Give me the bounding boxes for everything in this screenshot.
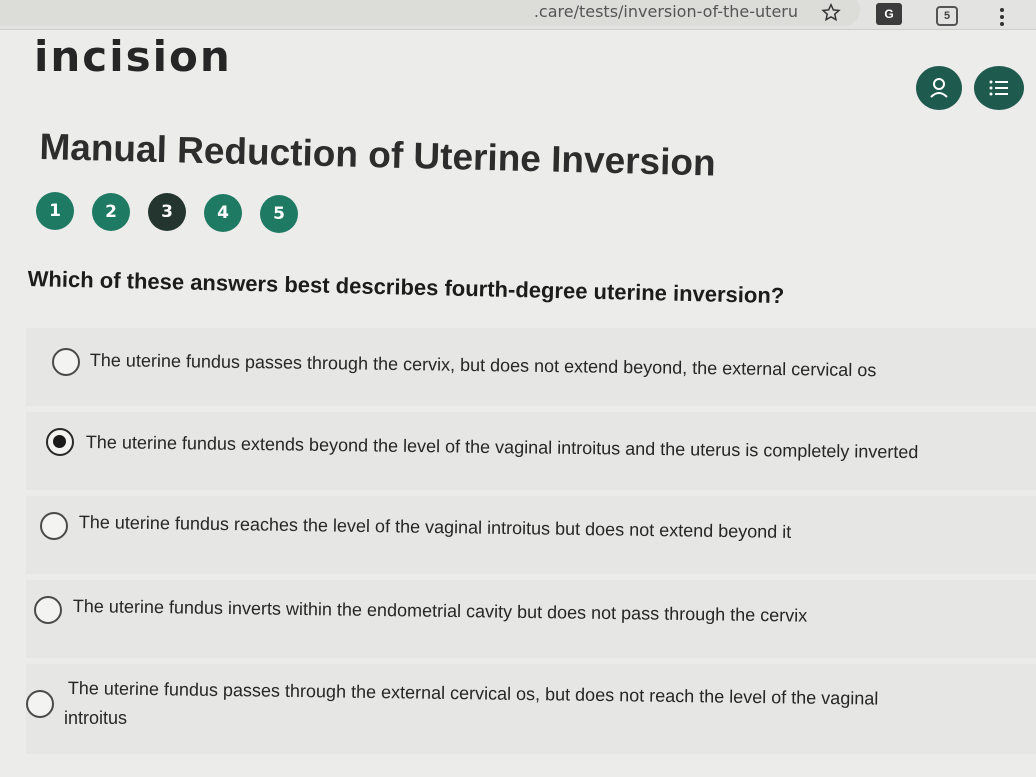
answer-text-continued: introitus xyxy=(64,708,128,728)
answer-text: The uterine fundus passes through the ce… xyxy=(89,350,877,381)
more-menu-icon[interactable] xyxy=(998,6,1006,28)
step-1-button[interactable]: 1 xyxy=(36,192,74,230)
radio-button-selected[interactable] xyxy=(46,428,74,456)
user-account-button[interactable] xyxy=(916,66,962,110)
answer-option-2[interactable]: The uterine fundus extends beyond the le… xyxy=(26,412,1036,490)
step-2-button[interactable]: 2 xyxy=(92,193,130,231)
step-4-button[interactable]: 4 xyxy=(204,194,242,232)
answer-text: The uterine fundus reaches the level of … xyxy=(78,512,792,542)
address-bar[interactable]: .care/tests/inversion-of-the-uteru xyxy=(0,0,860,26)
step-5-button[interactable]: 5 xyxy=(260,195,298,233)
url-text[interactable]: .care/tests/inversion-of-the-uteru xyxy=(534,2,798,21)
answer-option-4[interactable]: The uterine fundus inverts within the en… xyxy=(26,580,1036,658)
menu-button[interactable] xyxy=(974,66,1024,110)
answer-option-1[interactable]: The uterine fundus passes through the ce… xyxy=(26,328,1036,406)
answer-option-5[interactable]: The uterine fundus passes through the ex… xyxy=(26,664,1036,754)
answer-option-3[interactable]: The uterine fundus reaches the level of … xyxy=(26,496,1036,574)
answer-text: The uterine fundus passes through the ex… xyxy=(67,678,879,709)
radio-button[interactable] xyxy=(34,596,62,624)
list-menu-icon xyxy=(989,80,1008,96)
translate-icon[interactable]: G xyxy=(876,3,902,25)
browser-toolbar: .care/tests/inversion-of-the-uteru G 5 xyxy=(0,0,1036,30)
page-title: Manual Reduction of Uterine Inversion xyxy=(38,126,717,184)
radio-button[interactable] xyxy=(40,512,68,540)
answer-text: The uterine fundus extends beyond the le… xyxy=(85,432,919,463)
step-3-button[interactable]: 3 xyxy=(148,193,186,231)
radio-button[interactable] xyxy=(52,348,80,376)
site-logo[interactable]: incision xyxy=(34,32,232,81)
radio-button[interactable] xyxy=(26,690,54,718)
bookmark-star-icon[interactable] xyxy=(820,2,842,24)
answer-text: The uterine fundus inverts within the en… xyxy=(72,596,808,626)
user-icon xyxy=(930,78,948,98)
tab-count-icon[interactable]: 5 xyxy=(936,6,958,26)
question-text: Which of these answers best describes fo… xyxy=(27,266,785,309)
